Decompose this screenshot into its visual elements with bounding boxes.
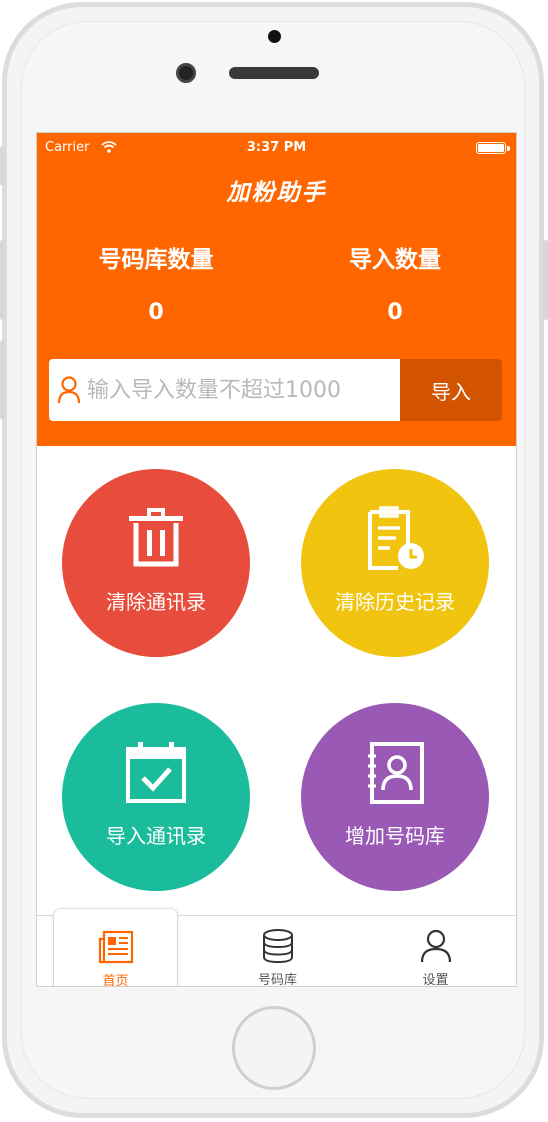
import-contacts-label: 导入通讯录 [106, 824, 206, 848]
tab-home[interactable]: 首页 [53, 908, 178, 987]
library-count-stat: 号码库数量 0 [66, 240, 246, 325]
news-icon [98, 930, 133, 964]
imported-count-stat: 导入数量 0 [305, 240, 485, 325]
tab-number-library-label: 号码库 [257, 973, 297, 987]
import-count-input[interactable] [87, 359, 393, 421]
clear-contacts-label: 清除通讯录 [106, 590, 206, 614]
clear-history-button[interactable]: 清除历史记录 [301, 469, 489, 657]
user-icon [57, 376, 81, 404]
add-number-library-label: 增加号码库 [345, 824, 445, 848]
status-bar: Carrier 3:37 PM [37, 133, 516, 161]
library-count-label: 号码库数量 [98, 247, 214, 273]
app-screen: Carrier 3:37 PM 加粉助手 号码库数量 0 导入数量 0 输入导入… [36, 132, 517, 987]
tab-settings-label: 设置 [422, 973, 449, 987]
clock: 3:37 PM [246, 140, 307, 155]
power-button [543, 240, 548, 320]
import-contacts-button[interactable]: 导入通讯录 [62, 703, 250, 891]
front-camera [176, 63, 196, 83]
app-title: 加粉助手 [226, 180, 327, 206]
imported-count-value: 0 [387, 300, 403, 325]
tab-home-label: 首页 [102, 974, 129, 987]
add-number-library-button[interactable]: 增加号码库 [301, 703, 489, 891]
header: Carrier 3:37 PM 加粉助手 号码库数量 0 导入数量 0 输入导入… [37, 133, 516, 446]
tab-settings[interactable]: 设置 [373, 916, 498, 987]
battery-icon [476, 142, 510, 154]
database-icon [262, 929, 293, 964]
import-form: 导入 [49, 359, 502, 421]
mute-switch [0, 146, 5, 186]
tab-bar: 首页 号码库 设置 [37, 908, 516, 987]
contact-book-icon [368, 742, 424, 804]
clear-history-label: 清除历史记录 [335, 590, 455, 614]
history-icon [368, 506, 424, 570]
user-icon [420, 929, 451, 963]
import-input-box [49, 359, 400, 421]
earpiece-speaker [229, 67, 319, 79]
proximity-sensor [268, 30, 281, 43]
home-button[interactable] [232, 1006, 316, 1090]
volume-down-button [0, 340, 5, 420]
volume-up-button [0, 240, 5, 320]
clear-contacts-button[interactable]: 清除通讯录 [62, 469, 250, 657]
tab-number-library[interactable]: 号码库 [215, 916, 340, 987]
trash-icon [129, 508, 183, 567]
calendar-check-icon [126, 742, 186, 803]
library-count-value: 0 [148, 300, 164, 325]
imported-count-label: 导入数量 [349, 247, 441, 273]
import-button[interactable]: 导入 [400, 359, 502, 421]
